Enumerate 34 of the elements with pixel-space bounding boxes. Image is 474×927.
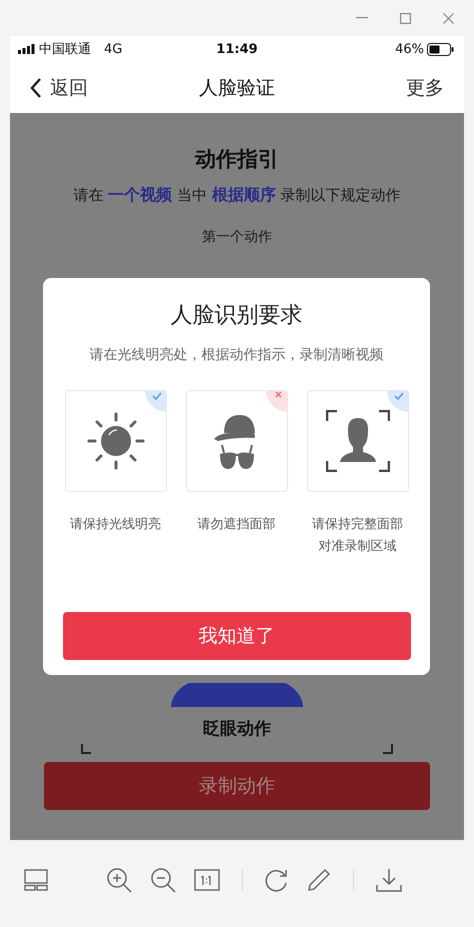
layout-icon[interactable] bbox=[24, 868, 48, 890]
status-time: 11:49 bbox=[216, 42, 258, 56]
guide-title: 动作指引 bbox=[195, 146, 279, 173]
rotate-icon[interactable] bbox=[265, 868, 289, 892]
requirement-label: 请保持完整面部对准录制区域 bbox=[311, 516, 404, 556]
zoom-out-icon[interactable] bbox=[150, 866, 176, 892]
back-button[interactable]: 返回 bbox=[30, 74, 88, 100]
confirm-button[interactable]: 我知道了 bbox=[62, 612, 410, 660]
dialog-title: 人脸识别要求 bbox=[170, 302, 302, 330]
guide-instruction: 请在 一个视频 当中 根据顺序 录制以下规定动作 bbox=[73, 185, 401, 206]
more-button[interactable]: 更多 bbox=[406, 74, 444, 100]
network-type: 4G bbox=[104, 42, 122, 56]
sun-icon bbox=[86, 411, 146, 471]
requirement-label: 请勿遮挡面部 bbox=[196, 516, 276, 534]
zoom-in-icon[interactable] bbox=[106, 866, 132, 892]
chevron-left-icon bbox=[30, 76, 42, 98]
actual-size-icon[interactable] bbox=[194, 868, 220, 890]
page-title: 人脸验证 bbox=[199, 76, 275, 100]
corner-bracket-icon bbox=[383, 744, 393, 754]
battery-icon bbox=[427, 42, 454, 56]
carrier-name: 中国联通 bbox=[39, 41, 91, 58]
battery-percent: 46% bbox=[395, 42, 424, 56]
minimize-icon[interactable] bbox=[356, 17, 368, 19]
signal-icon bbox=[18, 44, 36, 54]
download-icon[interactable] bbox=[376, 868, 402, 892]
framed-person-icon bbox=[326, 410, 390, 472]
dialog-subtitle: 请在光线明亮处，根据动作指示，录制清晰视频 bbox=[90, 346, 384, 364]
maximize-icon[interactable] bbox=[400, 12, 411, 24]
close-icon[interactable] bbox=[443, 12, 454, 24]
step-label: 第一个动作 bbox=[202, 228, 272, 246]
requirement-label: 请保持光线明亮 bbox=[69, 516, 162, 534]
action-label: 眨眼动作 bbox=[203, 718, 271, 740]
pencil-icon[interactable] bbox=[307, 868, 331, 892]
corner-bracket-icon bbox=[81, 744, 91, 754]
